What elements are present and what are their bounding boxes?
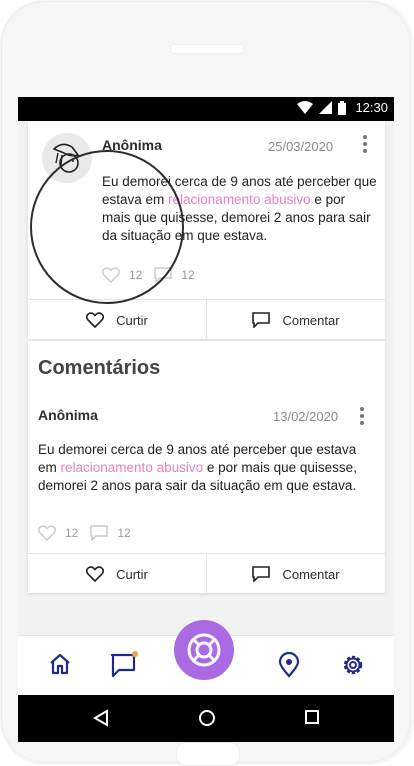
location-pin-icon[interactable] [277, 652, 301, 678]
post-text: Eu demorei cerca de 9 anos até perceber … [102, 174, 377, 243]
home-icon[interactable] [48, 652, 72, 676]
comment-actions: Curtir Comentar [28, 553, 385, 594]
signal-icon [319, 101, 333, 114]
comment-icon [252, 566, 271, 582]
home-circle-icon[interactable] [198, 709, 216, 727]
comment-text: Eu demorei cerca de 9 anos até perceber … [38, 442, 357, 493]
comment-outline-icon [90, 525, 109, 541]
notification-dot [132, 651, 138, 657]
comment-icon [252, 312, 271, 328]
anonymous-avatar-icon [52, 143, 80, 173]
heart-outline-icon [102, 267, 120, 283]
like-label: Curtir [116, 312, 148, 328]
feed-content: Anônima 25/03/2020 Eu demorei cerca de 9… [18, 121, 394, 635]
comment-reply-button[interactable]: Comentar [206, 554, 385, 594]
comment-comment-count: 12 [117, 526, 131, 540]
post-actions: Curtir Comentar [28, 299, 385, 340]
like-button[interactable]: Curtir [28, 300, 206, 340]
comment-more-options-icon[interactable] [359, 407, 365, 425]
comment-button[interactable]: Comentar [206, 300, 385, 340]
post-author: Anônima [102, 137, 162, 153]
comments-card: Comentários Anônima 13/02/2020 Eu demore… [28, 341, 385, 594]
post-stats: 12 12 [102, 267, 207, 283]
more-options-icon[interactable] [362, 135, 368, 153]
lifebuoy-icon [187, 633, 221, 667]
recents-icon[interactable] [304, 709, 320, 725]
settings-icon[interactable] [340, 652, 366, 678]
screen: 12:30 Anônima 25/03/2020 Eu demorei cerc… [18, 97, 394, 742]
phone-speaker [170, 44, 244, 54]
post-date: 25/03/2020 [268, 139, 334, 154]
battery-icon [338, 100, 347, 115]
comment-reply-label: Comentar [282, 566, 340, 582]
heart-outline-icon [38, 525, 56, 541]
status-time: 12:30 [355, 100, 388, 115]
phone-frame: 12:30 Anônima 25/03/2020 Eu demorei cerc… [0, 0, 414, 766]
back-icon[interactable] [92, 709, 110, 727]
wifi-icon [297, 101, 314, 114]
phone-home-button [176, 742, 240, 766]
post-card: Anônima 25/03/2020 Eu demorei cerca de 9… [28, 121, 385, 340]
help-action-button[interactable] [174, 620, 234, 680]
post-comment-count: 12 [181, 268, 195, 282]
comment-like-count: 12 [65, 526, 79, 540]
comment-label: Comentar [282, 312, 340, 328]
heart-icon [86, 312, 105, 328]
comment-like-button[interactable]: Curtir [28, 554, 206, 594]
post-like-count: 12 [129, 268, 143, 282]
post-highlight[interactable]: relacionamento abusivo [168, 192, 311, 207]
system-navigation-bar [18, 695, 394, 742]
comment-date: 13/02/2020 [273, 409, 339, 424]
heart-icon [86, 566, 105, 582]
bottom-navigation [18, 620, 394, 696]
comment-author: Anônima [38, 407, 98, 423]
comments-title: Comentários [38, 357, 161, 379]
comment-highlight[interactable]: relacionamento abusivo [61, 460, 204, 475]
comment-stats: 12 12 [38, 525, 143, 541]
comment-like-label: Curtir [116, 566, 148, 582]
avatar[interactable] [42, 133, 92, 183]
status-bar: 12:30 [18, 97, 394, 121]
comment-outline-icon [154, 267, 173, 283]
